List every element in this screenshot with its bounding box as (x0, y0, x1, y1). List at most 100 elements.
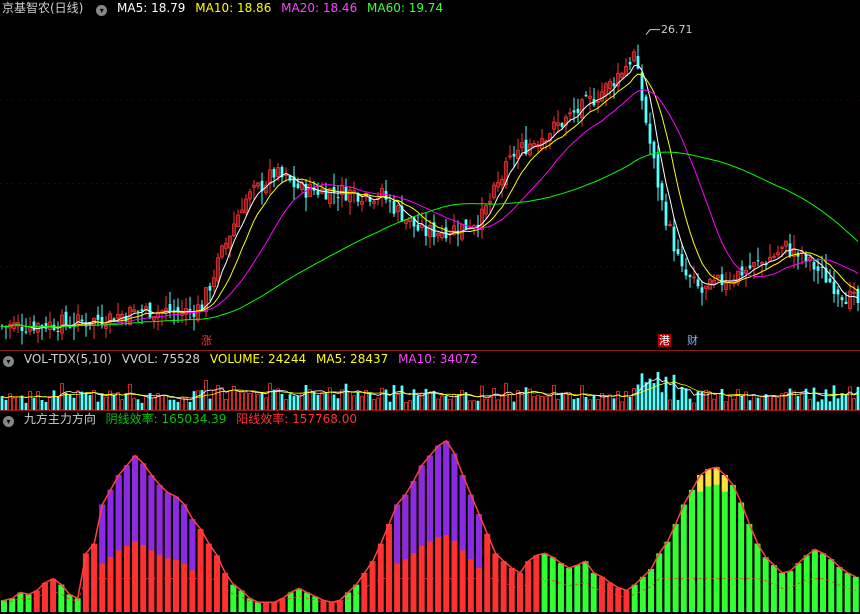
candle-body (660, 183, 664, 201)
indicator-bar (238, 590, 245, 612)
candlestick-chart[interactable] (0, 17, 860, 350)
indicator-bar (369, 561, 376, 612)
candle-body (344, 187, 348, 201)
indicator-bar (672, 524, 679, 612)
candle-body (584, 94, 588, 97)
candle-body (756, 260, 760, 262)
volume-bar (68, 394, 72, 410)
candle-body (684, 269, 688, 276)
volume-bar (620, 401, 624, 410)
volume-bar (396, 393, 400, 410)
volume-bar (448, 398, 452, 410)
candle-body (748, 265, 752, 269)
volume-bar (508, 394, 512, 410)
volume-bar (388, 401, 392, 410)
volume-bar (548, 395, 552, 410)
indicator-chart[interactable] (0, 428, 860, 614)
volume-bar (592, 395, 596, 410)
volume-bar (648, 378, 652, 410)
volume-bar (732, 398, 736, 410)
indicator-bar (787, 570, 794, 612)
volume-bar (336, 398, 340, 410)
candle-body (464, 219, 468, 229)
indicator-bar (639, 576, 646, 612)
indicator-bar-purple (394, 504, 401, 564)
volume-bar (372, 399, 376, 410)
volume-bar (144, 395, 148, 410)
indicator-bar (746, 524, 753, 612)
volume-bar (152, 397, 156, 410)
volume-bar (40, 399, 44, 410)
indicator-bar (385, 524, 392, 612)
marker-gang[interactable]: 港 (658, 334, 671, 347)
indicator-bar (254, 602, 261, 612)
volume-bar (808, 398, 812, 410)
volume-indicator-name[interactable]: VOL-TDX(5,10) (24, 352, 112, 366)
candle-body (628, 61, 632, 65)
indicator-bar (828, 559, 835, 612)
volume-panel-toggle-icon[interactable]: ▾ (3, 356, 14, 367)
volume-bar (572, 399, 576, 410)
volume-bar (368, 393, 372, 410)
volume-bar (392, 385, 396, 410)
volume-bar (136, 399, 140, 410)
candle-body (32, 321, 36, 331)
candle-body (140, 309, 144, 312)
indicator-bar (377, 543, 384, 612)
indicator-bar-purple (115, 475, 122, 551)
indicator-name[interactable]: 九方主力方向 (24, 412, 96, 426)
volume-bar (44, 401, 48, 410)
indicator-bar (533, 555, 540, 612)
indicator-bar (263, 602, 270, 612)
volume-bar (680, 386, 684, 410)
yang-efficiency: 阳线效率: 157768.00 (236, 412, 358, 426)
indicator-bar (525, 561, 532, 612)
candle-body (828, 278, 832, 283)
stock-chart-window: 京基智农(日线) ▾ MA5: 18.79 MA10: 18.86 MA20: … (0, 0, 860, 614)
indicator-bar (664, 541, 671, 612)
indicator-bar (623, 590, 630, 612)
candle-body (188, 308, 192, 310)
volume-bar (28, 391, 32, 410)
volume-bar (24, 402, 28, 410)
volume-bar (856, 386, 860, 410)
volume-bar (552, 385, 556, 410)
volume-bar (636, 384, 640, 410)
volume-bar (440, 395, 444, 410)
candle-body (56, 331, 60, 333)
volume-chart[interactable] (0, 368, 860, 410)
indicator-bar (574, 565, 581, 612)
volume-bar (160, 395, 164, 410)
volume-bar (776, 397, 780, 410)
volume-bar (240, 391, 244, 410)
volume-bar (140, 402, 144, 410)
volume-bar (188, 401, 192, 410)
volume-bar (268, 382, 272, 410)
volume-bar (412, 389, 416, 410)
volume-bar (352, 395, 356, 410)
volume-bar (796, 396, 800, 410)
marker-zhang[interactable]: 涨 (200, 334, 213, 347)
volume-bar (564, 391, 568, 410)
indicator-bar (631, 584, 638, 612)
volume-bar (132, 397, 136, 410)
marker-cai[interactable]: 财 (686, 334, 699, 347)
indicator-bar (705, 469, 712, 612)
volume-bar (768, 395, 772, 410)
candle-body (296, 183, 300, 189)
indicator-panel-toggle-icon[interactable]: ▾ (3, 416, 14, 427)
candle-body (416, 224, 420, 231)
main-panel-toggle-icon[interactable]: ▾ (96, 5, 108, 16)
main-panel-title[interactable]: 京基智农(日线) (2, 1, 83, 15)
candle-body (844, 301, 848, 305)
volume-bar (468, 400, 472, 410)
volume-bar (736, 389, 740, 410)
volume-bar (520, 391, 524, 410)
volume-bar (624, 391, 628, 410)
candle-body (388, 200, 392, 202)
indicator-bar (598, 576, 605, 612)
volume-bar (20, 395, 24, 410)
indicator-bar-purple (402, 494, 409, 560)
candle-body (316, 190, 320, 195)
volume-bar (644, 382, 648, 410)
